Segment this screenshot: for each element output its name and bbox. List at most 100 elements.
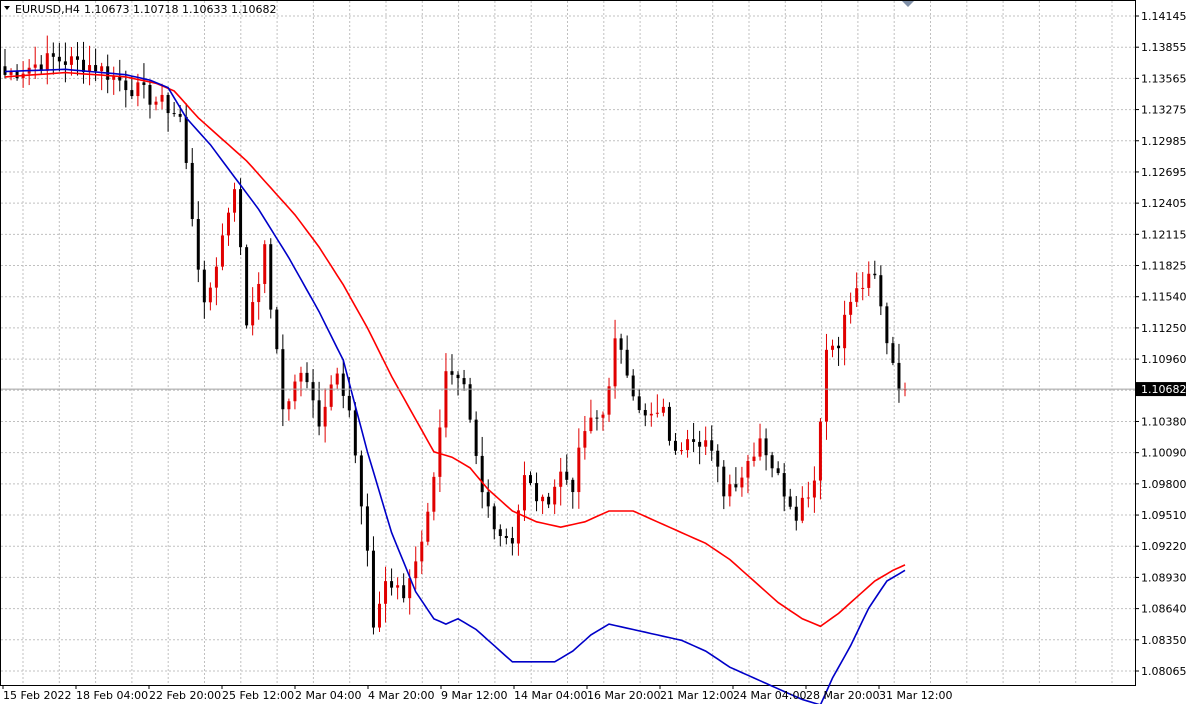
candle-down xyxy=(450,371,454,375)
candle-up xyxy=(33,64,37,68)
candlestick-chart[interactable]: 1.14145 1.13855 1.13565 1.13275 1.12985 1.126… xyxy=(0,0,1190,706)
candle-down xyxy=(390,581,394,588)
candle-up xyxy=(740,477,744,488)
candle-down xyxy=(535,483,539,502)
candle-down xyxy=(710,440,714,451)
candle-up xyxy=(824,349,828,422)
y-tick-label: 1.12115 xyxy=(1141,228,1187,241)
candle-down xyxy=(359,455,363,507)
candle-down xyxy=(788,496,792,507)
candle-up xyxy=(377,603,381,628)
candle-down xyxy=(510,538,514,544)
candle-down xyxy=(15,71,19,79)
candle-down xyxy=(722,466,726,497)
candle-up xyxy=(414,561,418,579)
candle-up xyxy=(335,373,339,385)
candle-down xyxy=(184,116,188,163)
candle-down xyxy=(402,585,406,599)
candle-down xyxy=(492,506,496,530)
candle-up xyxy=(420,541,424,562)
y-tick-label: 1.14145 xyxy=(1141,10,1187,23)
candle-up xyxy=(69,56,73,65)
candle-down xyxy=(571,479,575,493)
candle-up xyxy=(686,439,690,451)
candle-down xyxy=(3,66,7,75)
x-tick-label: 22 Feb 20:00 xyxy=(149,689,221,702)
candle-down xyxy=(456,374,460,379)
candle-up xyxy=(728,484,732,497)
candle-up xyxy=(867,273,871,288)
candle-up xyxy=(589,417,593,432)
x-tick-label: 14 Mar 04:00 xyxy=(514,689,587,702)
candle-down xyxy=(142,82,146,85)
candle-down xyxy=(873,273,877,276)
candle-down xyxy=(698,441,702,447)
candle-up xyxy=(541,496,545,502)
candle-up xyxy=(438,427,442,477)
x-tick-label: 24 Mar 04:00 xyxy=(733,689,806,702)
candle-up xyxy=(208,287,212,303)
candle-down xyxy=(692,439,696,442)
chart-area[interactable]: 1.14145 1.13855 1.13565 1.13275 1.12985 1.126… xyxy=(0,0,1190,706)
y-tick-label: 1.13855 xyxy=(1141,41,1187,54)
candle-down xyxy=(879,275,883,307)
y-tick-label: 1.11540 xyxy=(1141,291,1187,304)
candle-down xyxy=(498,529,502,536)
candle-down xyxy=(891,343,895,363)
price-axis[interactable]: 1.14145 1.13855 1.13565 1.13275 1.12985 1.126… xyxy=(1135,10,1187,678)
candle-up xyxy=(704,440,708,447)
y-tick-label: 1.09800 xyxy=(1141,478,1187,491)
candle-down xyxy=(837,345,841,349)
candle-up xyxy=(746,460,750,478)
candle-up xyxy=(680,450,684,452)
candle-up xyxy=(220,235,224,267)
candle-up xyxy=(861,287,865,289)
candle-up xyxy=(432,476,436,512)
x-tick-label: 31 Mar 12:00 xyxy=(879,689,952,702)
ohlc-label: 1.10673 1.10718 1.10633 1.10682 xyxy=(84,3,276,16)
candle-up xyxy=(214,266,218,288)
candle-up xyxy=(649,413,653,416)
y-tick-label: 1.08930 xyxy=(1141,571,1187,584)
y-tick-label: 1.11825 xyxy=(1141,260,1187,273)
candle-down xyxy=(281,349,285,410)
candle-down xyxy=(347,395,351,411)
candle-down xyxy=(794,506,798,521)
x-tick-label: 21 Mar 12:00 xyxy=(660,689,733,702)
candle-up xyxy=(661,406,665,413)
candle-up xyxy=(329,384,333,407)
candle-up xyxy=(559,471,563,487)
x-tick-label: 25 Feb 12:00 xyxy=(222,689,294,702)
candle-down xyxy=(776,468,780,474)
x-tick-label: 15 Feb 2022 xyxy=(3,689,71,702)
candle-down xyxy=(673,440,677,451)
candle-up xyxy=(263,244,267,284)
x-tick-label: 28 Mar 20:00 xyxy=(806,689,879,702)
candle-down xyxy=(547,496,551,505)
candle-up xyxy=(233,189,237,213)
candle-up xyxy=(655,412,659,414)
y-tick-label: 1.10090 xyxy=(1141,447,1187,460)
candle-down xyxy=(166,94,170,114)
time-axis[interactable]: 15 Feb 2022 18 Feb 04:00 22 Feb 20:00 25 Fe… xyxy=(2,685,952,702)
candle-down xyxy=(897,362,901,390)
candle-up xyxy=(855,288,859,302)
candle-up xyxy=(818,421,822,481)
y-tick-label: 1.08350 xyxy=(1141,634,1187,647)
candle-down xyxy=(371,550,375,628)
candle-down xyxy=(462,378,466,385)
candle-down xyxy=(667,406,671,441)
candle-down xyxy=(782,473,786,497)
y-tick-label: 1.13565 xyxy=(1141,72,1187,85)
y-tick-label: 1.11250 xyxy=(1141,322,1187,335)
candle-up xyxy=(849,301,853,315)
candle-down xyxy=(311,382,315,401)
y-tick-label: 1.10960 xyxy=(1141,353,1187,366)
candle-down xyxy=(734,484,738,488)
candle-up xyxy=(516,510,520,544)
candle-up xyxy=(522,475,526,511)
candle-up xyxy=(299,372,303,382)
y-tick-label: 1.08640 xyxy=(1141,603,1187,616)
y-tick-label: 1.08065 xyxy=(1141,665,1187,678)
candle-down xyxy=(317,400,321,427)
